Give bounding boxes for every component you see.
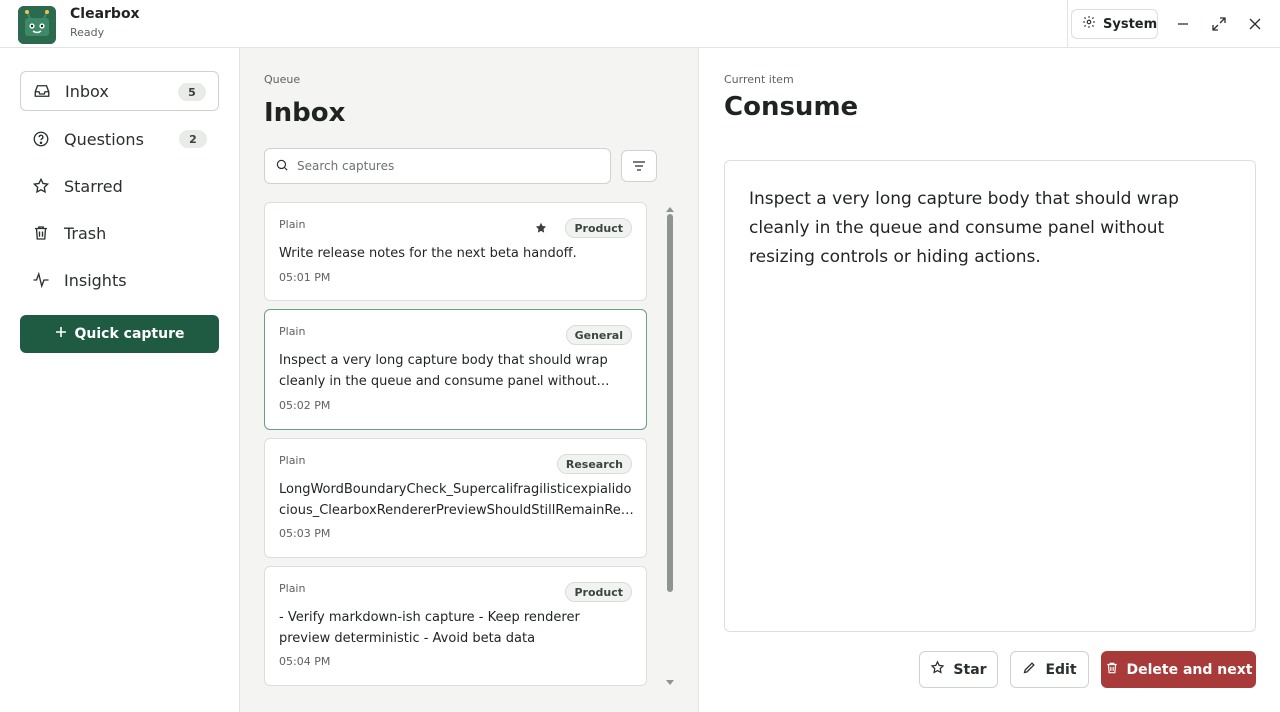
star-label: Star [953,661,987,678]
sidebar-item-label: Trash [64,223,107,243]
consume-kicker: Current item [724,73,794,86]
consume-panel: Current item Consume Inspect a very long… [700,48,1280,712]
sidebar-item-inbox[interactable]: Inbox 5 [20,71,219,111]
consume-body: Inspect a very long capture body that sh… [749,189,1179,267]
queue-kicker: Queue [264,73,301,86]
scroll-down-icon [666,680,674,685]
minimize-button[interactable] [1171,12,1195,36]
card-tag: Research [556,454,632,474]
count-badge: 2 [179,130,207,148]
capture-card[interactable]: Plain Product - Verify markdown-ish capt… [264,566,647,686]
filter-button[interactable] [621,150,657,182]
activity-icon [32,271,50,289]
consume-content: Inspect a very long capture body that sh… [724,160,1256,632]
sidebar-item-trash[interactable]: Trash [20,213,219,253]
pencil-icon [1022,660,1037,679]
card-tag: General [565,325,632,345]
delete-label: Delete and next [1126,661,1253,678]
star-filled-icon[interactable] [534,220,550,236]
card-kind: Plain [279,218,306,231]
search-icon [275,157,289,176]
search-box [264,148,611,184]
title-divider [1067,0,1068,47]
theme-button[interactable]: System [1071,9,1158,39]
app-name: Clearbox [70,6,140,22]
edit-label: Edit [1045,661,1077,678]
star-button[interactable]: Star [919,651,998,688]
capture-card[interactable]: Plain Research LongWordBoundaryCheck_Sup… [264,438,647,558]
maximize-button[interactable] [1207,12,1231,36]
card-time: 05:03 PM [279,527,331,540]
plus-icon [55,326,67,342]
consume-title: Consume [724,92,859,122]
card-kind: Plain [279,454,306,467]
card-tag: Product [565,218,632,238]
queue-panel: Queue Inbox Plain Product Write release … [240,48,699,712]
app-logo-icon [18,6,56,44]
app-status: Ready [70,26,105,39]
sidebar-item-label: Questions [64,129,144,149]
card-time: 05:04 PM [279,655,331,668]
star-icon [930,660,945,679]
card-body: Write release notes for the next beta ha… [279,246,577,261]
trash-icon [1105,661,1119,679]
sidebar-item-starred[interactable]: Starred [20,166,219,206]
inbox-icon [33,82,51,100]
card-time: 05:02 PM [279,399,331,412]
card-kind: Plain [279,582,306,595]
scroll-thumb[interactable] [667,214,673,592]
card-time: 05:01 PM [279,271,331,284]
scroll-up-icon [666,207,674,212]
minimize-icon [1178,23,1188,25]
sidebar-item-label: Starred [64,176,123,196]
queue-title: Inbox [264,98,346,128]
close-button[interactable] [1243,12,1267,36]
close-icon [1249,18,1261,30]
search-input[interactable] [297,159,597,173]
edit-button[interactable]: Edit [1010,651,1089,688]
star-icon [32,177,50,195]
gear-icon [1082,15,1096,33]
sidebar-item-label: Inbox [65,81,109,101]
card-tag: Product [565,582,632,602]
question-icon [32,130,50,148]
capture-card[interactable]: Plain Product Write release notes for th… [264,202,647,301]
quick-capture-label: Quick capture [74,326,185,342]
title-bar: Clearbox Ready System [0,0,1280,48]
card-kind: Plain [279,325,306,338]
count-badge: 5 [178,83,206,101]
filter-icon [633,161,645,171]
queue-scrollbar[interactable] [664,206,676,686]
quick-capture-button[interactable]: Quick capture [20,315,219,353]
theme-label: System [1103,16,1158,32]
sidebar: Inbox 5 Questions 2 Starred Trash Insigh… [0,48,240,712]
sidebar-item-label: Insights [64,270,127,290]
sidebar-item-insights[interactable]: Insights [20,260,219,300]
delete-and-next-button[interactable]: Delete and next [1101,651,1256,688]
card-body: Inspect a very long capture body that sh… [279,353,608,389]
card-body: - Verify markdown-ish capture - Keep ren… [279,610,580,646]
card-body: LongWordBoundaryCheck_Supercalifragilist… [279,482,632,518]
expand-icon [1212,17,1226,31]
capture-card-selected[interactable]: Plain General Inspect a very long captur… [264,309,647,430]
trash-icon [32,224,50,242]
sidebar-item-questions[interactable]: Questions 2 [20,119,219,159]
